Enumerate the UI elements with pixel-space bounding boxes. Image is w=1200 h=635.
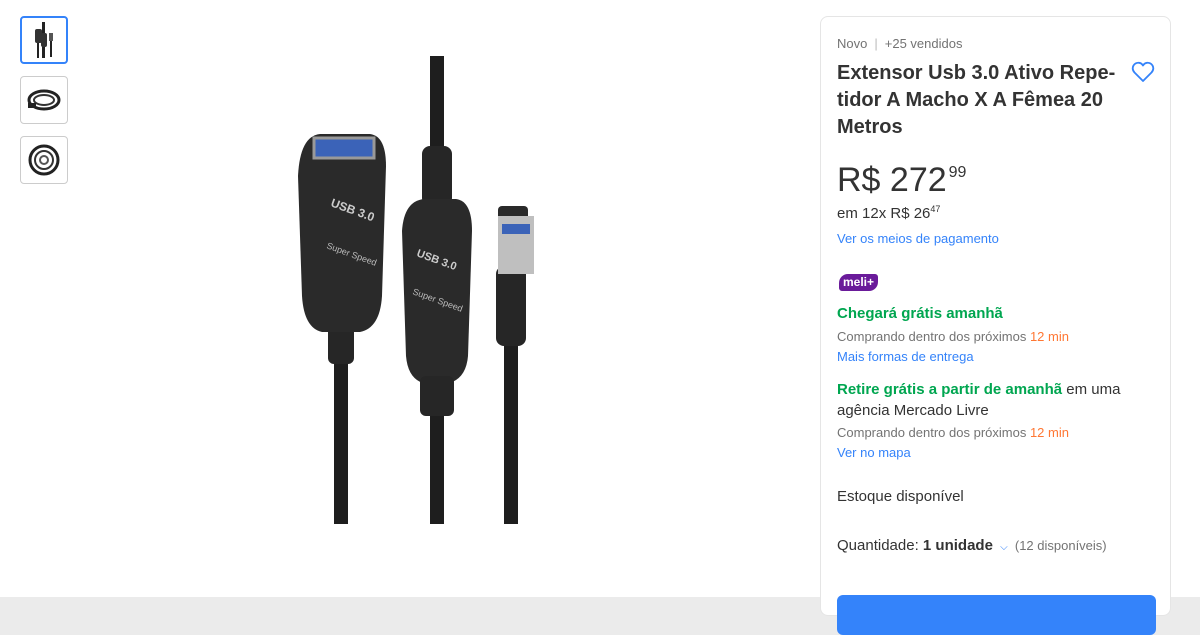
- image-thumbnails: [20, 16, 68, 196]
- chevron-down-icon: ⌵: [1000, 542, 1008, 553]
- price-whole: 272: [889, 161, 947, 199]
- usb-cable-thumbnail-icon: [35, 22, 53, 58]
- installments-whole: 26: [913, 205, 931, 222]
- condition-label: Novo: [837, 36, 868, 51]
- pickup-highlight: Retire grátis a partir de amanhã: [837, 381, 1063, 398]
- installments-cents: 47: [930, 204, 941, 214]
- heart-outline-icon: [1131, 61, 1155, 82]
- usb-extension-cable-image: USB 3.0 Super Speed USB 3.0 Super Speed: [298, 56, 534, 524]
- available-count: (12 disponíveis): [1014, 538, 1107, 553]
- quantity-value: 1 unidade: [922, 537, 993, 554]
- price-currency: R$: [837, 161, 881, 199]
- price-cents: 99: [948, 164, 967, 181]
- deadline-prefix: Comprando dentro dos próximos: [837, 329, 1027, 344]
- product-meta: Novo | +25 vendidos: [837, 36, 962, 51]
- coiled-cable-thumbnail-icon: [27, 89, 61, 111]
- thumbnail-3[interactable]: [20, 136, 68, 184]
- favorite-button[interactable]: [1131, 61, 1155, 88]
- payment-methods-link[interactable]: Ver os meios de pagamento: [837, 231, 999, 246]
- cable-roll-thumbnail-icon: [28, 144, 60, 176]
- view-map-link[interactable]: Ver no mapa: [837, 445, 911, 460]
- deadline-time: 12 min: [1029, 329, 1069, 344]
- stock-status: Estoque disponível: [837, 488, 964, 505]
- pickup-info: Retire grátis a partir de amanhã em uma …: [837, 379, 1157, 421]
- more-shipping-options-link[interactable]: Mais formas de entrega: [837, 349, 974, 364]
- deadline-prefix-2: Comprando dentro dos próximos: [837, 425, 1027, 440]
- installments-prefix: em 12x R$: [837, 205, 910, 222]
- shipping-deadline: Comprando dentro dos próximos 12 min: [837, 329, 1069, 344]
- installments: em 12x R$ 2647: [837, 204, 940, 222]
- product-title: Extensor Usb 3.0 Ativo Repe-tidor A Mach…: [837, 62, 1116, 138]
- product-main-image[interactable]: USB 3.0 Super Speed USB 3.0 Super Speed: [290, 56, 565, 524]
- pickup-deadline: Comprando dentro dos próximos 12 min: [837, 425, 1069, 440]
- meta-separator: |: [874, 36, 878, 51]
- product-page: USB 3.0 Super Speed USB 3.0 Super Speed …: [0, 0, 1200, 635]
- buy-now-button[interactable]: [837, 595, 1156, 635]
- quantity-label: Quantidade:: [837, 537, 919, 554]
- quantity-selector[interactable]: Quantidade: 1 unidade ⌵ (12 disponíveis): [837, 537, 1107, 554]
- product-price: R$ 272 99: [837, 161, 966, 200]
- thumbnail-1[interactable]: [20, 16, 68, 64]
- buy-box: Novo | +25 vendidos Extensor Usb 3.0 Ativo…: [820, 16, 1171, 635]
- sold-count: +25 vendidos: [884, 36, 963, 51]
- free-shipping-tomorrow: Chegará grátis amanhã: [837, 305, 1003, 322]
- meli-plus-badge: meli+: [839, 274, 879, 291]
- thumbnail-2[interactable]: [20, 76, 68, 124]
- deadline-time-2: 12 min: [1029, 425, 1069, 440]
